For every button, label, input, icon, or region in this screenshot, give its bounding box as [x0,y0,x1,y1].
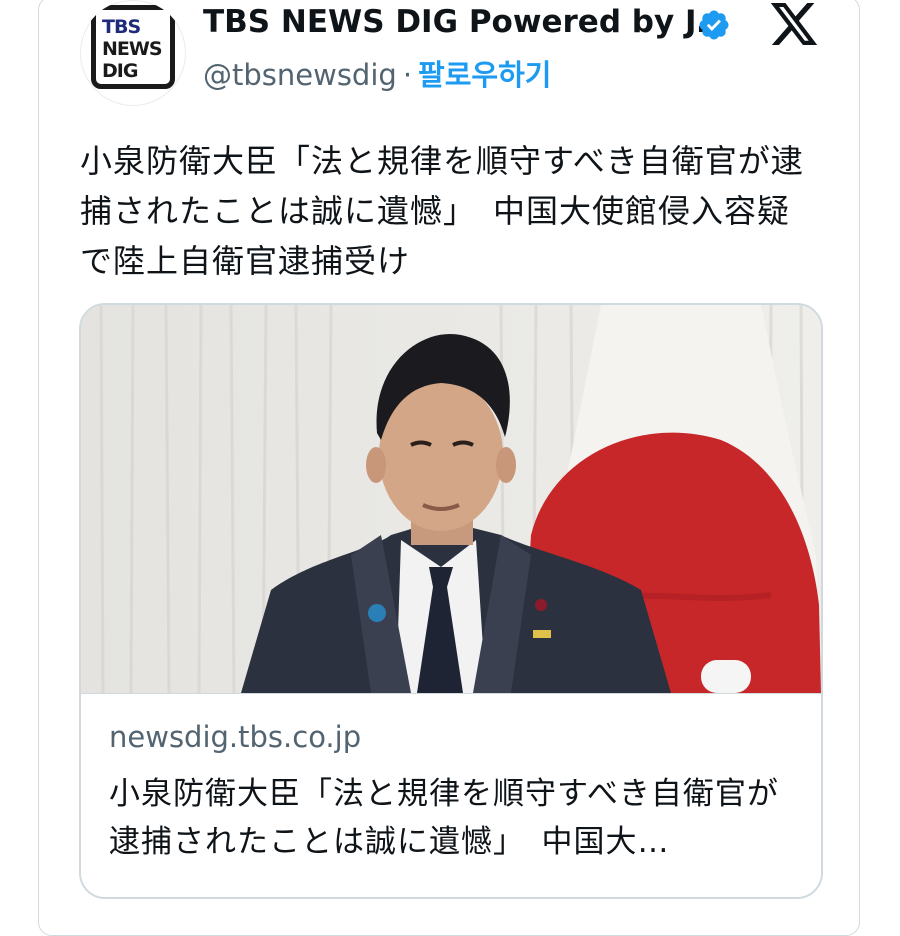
link-preview-card[interactable]: newsdig.tbs.co.jp 小泉防衛大臣「法と規律を順守すべき自衛官が逮… [79,303,823,899]
separator-dot: · [402,58,413,92]
logo-line-3: DIG [102,60,138,82]
tbs-news-dig-logo: TBS NEWS DIG [91,5,175,89]
logo-line-1: TBS [102,16,141,38]
follow-button[interactable]: 팔로우하기 [418,58,551,92]
link-title: 小泉防衛大臣「法と規律を順守すべき自衛官が逮捕されたことは誠に遺憾」 中国大… [109,776,779,860]
handle-row: @tbsnewsdig · 팔로우하기 [203,52,551,94]
display-name[interactable]: TBS NEWS DIG Powered by J… [203,4,728,40]
tweet-text: 小泉防衛大臣「法と規律を順守すべき自衛官が逮捕されたことは誠に遺憾」 中国大使館… [80,142,804,280]
verified-badge-icon [699,10,729,40]
news-photo[interactable] [81,305,821,693]
account-avatar[interactable]: TBS NEWS DIG [80,0,186,106]
link-footer: newsdig.tbs.co.jp 小泉防衛大臣「法と規律を順守すべき自衛官が逮… [81,693,821,897]
x-logo-icon[interactable] [769,2,819,46]
account-handle[interactable]: @tbsnewsdig [203,58,397,92]
logo-line-2: NEWS [102,38,163,60]
link-domain: newsdig.tbs.co.jp [109,720,362,754]
photo-illustration [81,305,821,693]
